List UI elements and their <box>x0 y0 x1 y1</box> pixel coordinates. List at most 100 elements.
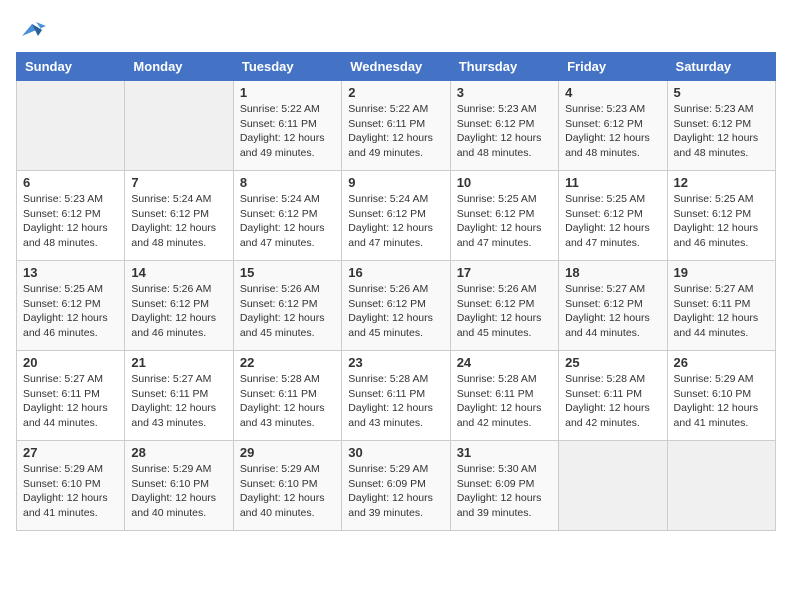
calendar-cell: 1 Sunrise: 5:22 AM Sunset: 6:11 PM Daylig… <box>233 81 341 171</box>
column-header-saturday: Saturday <box>667 53 775 81</box>
calendar-cell: 28Sunrise: 5:29 AM Sunset: 6:10 PM Dayli… <box>125 441 233 531</box>
day-number: 23 <box>348 355 443 370</box>
day-info: Sunrise: 5:25 AM Sunset: 6:12 PM Dayligh… <box>674 192 769 251</box>
day-number: 18 <box>565 265 660 280</box>
day-number: 31 <box>457 445 552 460</box>
day-info: Sunrise: 5:22 AM Sunset: 6:11 PM Dayligh… <box>240 102 335 161</box>
calendar-cell <box>125 81 233 171</box>
logo-bird-icon <box>18 16 46 44</box>
calendar-week-row: 13Sunrise: 5:25 AM Sunset: 6:12 PM Dayli… <box>17 261 776 351</box>
day-number: 26 <box>674 355 769 370</box>
day-number: 8 <box>240 175 335 190</box>
day-number: 19 <box>674 265 769 280</box>
day-info: Sunrise: 5:28 AM Sunset: 6:11 PM Dayligh… <box>348 372 443 431</box>
calendar-cell: 15 Sunrise: 5:26 AM Sunset: 6:12 PM Dayli… <box>233 261 341 351</box>
day-number: 21 <box>131 355 226 370</box>
day-info: Sunrise: 5:23 AM Sunset: 6:12 PM Dayligh… <box>457 102 552 161</box>
day-info: Sunrise: 5:28 AM Sunset: 6:11 PM Dayligh… <box>240 372 335 431</box>
calendar-cell: 9 Sunrise: 5:24 AM Sunset: 6:12 PM Daylig… <box>342 171 450 261</box>
column-header-tuesday: Tuesday <box>233 53 341 81</box>
day-number: 17 <box>457 265 552 280</box>
day-number: 22 <box>240 355 335 370</box>
day-info: Sunrise: 5:25 AM Sunset: 6:12 PM Dayligh… <box>565 192 660 251</box>
calendar-cell: 12 Sunrise: 5:25 AM Sunset: 6:12 PM Dayli… <box>667 171 775 261</box>
calendar-cell: 7Sunrise: 5:24 AM Sunset: 6:12 PM Daylig… <box>125 171 233 261</box>
day-info: Sunrise: 5:29 AM Sunset: 6:09 PM Dayligh… <box>348 462 443 521</box>
day-info: Sunrise: 5:25 AM Sunset: 6:12 PM Dayligh… <box>23 282 118 341</box>
calendar-cell: 13Sunrise: 5:25 AM Sunset: 6:12 PM Dayli… <box>17 261 125 351</box>
calendar-cell: 14Sunrise: 5:26 AM Sunset: 6:12 PM Dayli… <box>125 261 233 351</box>
calendar-cell: 29 Sunrise: 5:29 AM Sunset: 6:10 PM Dayli… <box>233 441 341 531</box>
calendar-cell: 17 Sunrise: 5:26 AM Sunset: 6:12 PM Dayli… <box>450 261 558 351</box>
day-number: 5 <box>674 85 769 100</box>
calendar-cell <box>559 441 667 531</box>
day-info: Sunrise: 5:28 AM Sunset: 6:11 PM Dayligh… <box>457 372 552 431</box>
day-info: Sunrise: 5:29 AM Sunset: 6:10 PM Dayligh… <box>240 462 335 521</box>
calendar-cell: 20 Sunrise: 5:27 AM Sunset: 6:11 PM Dayli… <box>17 351 125 441</box>
calendar-cell: 4Sunrise: 5:23 AM Sunset: 6:12 PM Daylig… <box>559 81 667 171</box>
calendar-cell: 23 Sunrise: 5:28 AM Sunset: 6:11 PM Dayli… <box>342 351 450 441</box>
day-info: Sunrise: 5:25 AM Sunset: 6:12 PM Dayligh… <box>457 192 552 251</box>
calendar-week-row: 20 Sunrise: 5:27 AM Sunset: 6:11 PM Dayli… <box>17 351 776 441</box>
calendar-cell <box>667 441 775 531</box>
logo <box>16 16 46 44</box>
day-number: 30 <box>348 445 443 460</box>
day-info: Sunrise: 5:27 AM Sunset: 6:12 PM Dayligh… <box>565 282 660 341</box>
calendar-week-row: 6Sunrise: 5:23 AM Sunset: 6:12 PM Daylig… <box>17 171 776 261</box>
column-header-monday: Monday <box>125 53 233 81</box>
calendar-cell <box>17 81 125 171</box>
day-info: Sunrise: 5:27 AM Sunset: 6:11 PM Dayligh… <box>674 282 769 341</box>
day-number: 10 <box>457 175 552 190</box>
calendar-cell: 16Sunrise: 5:26 AM Sunset: 6:12 PM Dayli… <box>342 261 450 351</box>
day-info: Sunrise: 5:22 AM Sunset: 6:11 PM Dayligh… <box>348 102 443 161</box>
logo-general <box>16 16 46 44</box>
calendar-cell: 19 Sunrise: 5:27 AM Sunset: 6:11 PM Dayli… <box>667 261 775 351</box>
page-header <box>16 16 776 44</box>
day-number: 11 <box>565 175 660 190</box>
calendar-cell: 24 Sunrise: 5:28 AM Sunset: 6:11 PM Dayli… <box>450 351 558 441</box>
day-number: 6 <box>23 175 118 190</box>
column-header-sunday: Sunday <box>17 53 125 81</box>
day-number: 2 <box>348 85 443 100</box>
day-info: Sunrise: 5:23 AM Sunset: 6:12 PM Dayligh… <box>674 102 769 161</box>
calendar-header-row: SundayMondayTuesdayWednesdayThursdayFrid… <box>17 53 776 81</box>
day-number: 25 <box>565 355 660 370</box>
calendar-cell: 25Sunrise: 5:28 AM Sunset: 6:11 PM Dayli… <box>559 351 667 441</box>
calendar-cell: 18 Sunrise: 5:27 AM Sunset: 6:12 PM Dayli… <box>559 261 667 351</box>
day-number: 4 <box>565 85 660 100</box>
day-info: Sunrise: 5:24 AM Sunset: 6:12 PM Dayligh… <box>348 192 443 251</box>
calendar-cell: 11 Sunrise: 5:25 AM Sunset: 6:12 PM Dayli… <box>559 171 667 261</box>
day-info: Sunrise: 5:29 AM Sunset: 6:10 PM Dayligh… <box>23 462 118 521</box>
calendar-cell: 21 Sunrise: 5:27 AM Sunset: 6:11 PM Dayli… <box>125 351 233 441</box>
calendar-cell: 22 Sunrise: 5:28 AM Sunset: 6:11 PM Dayli… <box>233 351 341 441</box>
calendar-cell: 3Sunrise: 5:23 AM Sunset: 6:12 PM Daylig… <box>450 81 558 171</box>
calendar-cell: 10 Sunrise: 5:25 AM Sunset: 6:12 PM Dayli… <box>450 171 558 261</box>
calendar-cell: 5 Sunrise: 5:23 AM Sunset: 6:12 PM Daylig… <box>667 81 775 171</box>
day-number: 1 <box>240 85 335 100</box>
calendar-week-row: 1 Sunrise: 5:22 AM Sunset: 6:11 PM Daylig… <box>17 81 776 171</box>
day-number: 29 <box>240 445 335 460</box>
day-number: 7 <box>131 175 226 190</box>
calendar-cell: 2 Sunrise: 5:22 AM Sunset: 6:11 PM Daylig… <box>342 81 450 171</box>
calendar-cell: 30 Sunrise: 5:29 AM Sunset: 6:09 PM Dayli… <box>342 441 450 531</box>
calendar-cell: 31 Sunrise: 5:30 AM Sunset: 6:09 PM Dayli… <box>450 441 558 531</box>
day-info: Sunrise: 5:29 AM Sunset: 6:10 PM Dayligh… <box>674 372 769 431</box>
day-info: Sunrise: 5:26 AM Sunset: 6:12 PM Dayligh… <box>457 282 552 341</box>
calendar-table: SundayMondayTuesdayWednesdayThursdayFrid… <box>16 52 776 531</box>
day-info: Sunrise: 5:26 AM Sunset: 6:12 PM Dayligh… <box>240 282 335 341</box>
day-number: 15 <box>240 265 335 280</box>
day-number: 12 <box>674 175 769 190</box>
calendar-cell: 27 Sunrise: 5:29 AM Sunset: 6:10 PM Dayli… <box>17 441 125 531</box>
day-number: 9 <box>348 175 443 190</box>
column-header-wednesday: Wednesday <box>342 53 450 81</box>
day-number: 27 <box>23 445 118 460</box>
day-info: Sunrise: 5:27 AM Sunset: 6:11 PM Dayligh… <box>131 372 226 431</box>
day-info: Sunrise: 5:27 AM Sunset: 6:11 PM Dayligh… <box>23 372 118 431</box>
day-info: Sunrise: 5:30 AM Sunset: 6:09 PM Dayligh… <box>457 462 552 521</box>
day-number: 24 <box>457 355 552 370</box>
column-header-thursday: Thursday <box>450 53 558 81</box>
day-number: 20 <box>23 355 118 370</box>
day-info: Sunrise: 5:26 AM Sunset: 6:12 PM Dayligh… <box>131 282 226 341</box>
day-number: 28 <box>131 445 226 460</box>
calendar-week-row: 27 Sunrise: 5:29 AM Sunset: 6:10 PM Dayli… <box>17 441 776 531</box>
